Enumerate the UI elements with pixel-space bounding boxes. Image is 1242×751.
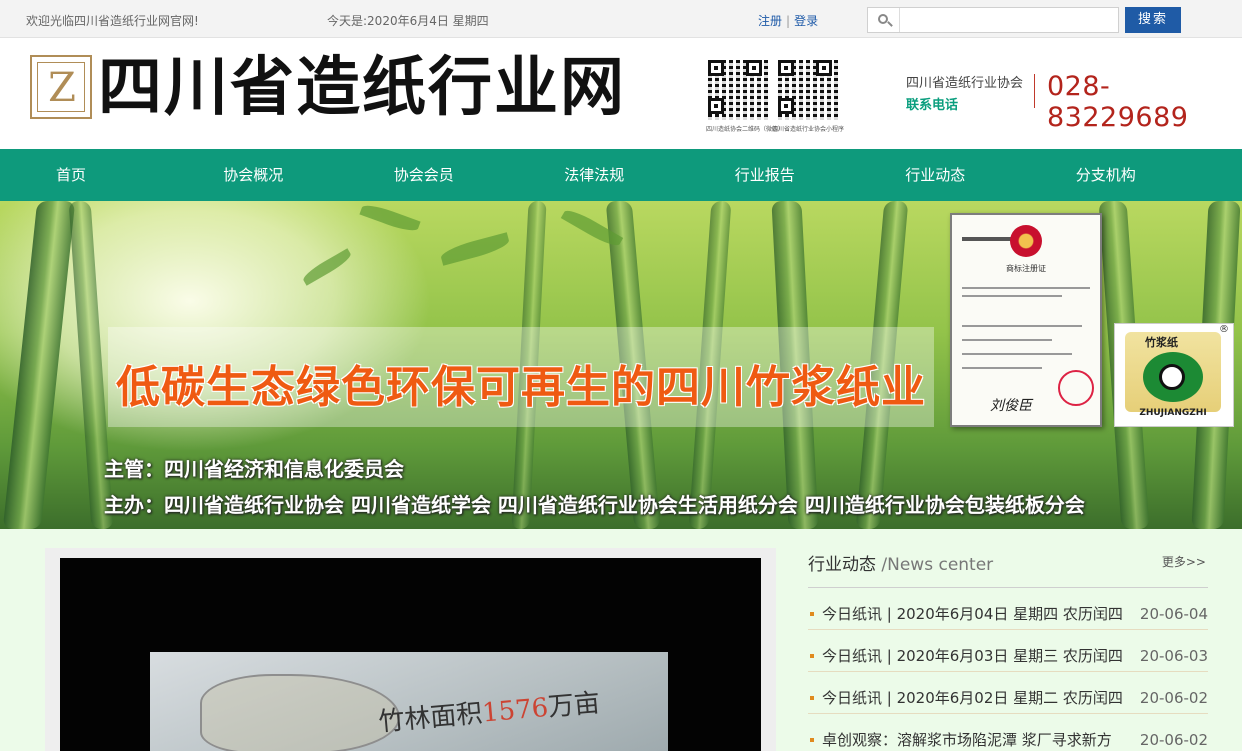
qr2-caption: 四川省造纸行业协会小程序 [772,126,845,133]
search-input[interactable] [902,10,1114,30]
news-item[interactable]: 卓创观察：溶解浆市场陷泥潭 浆厂寻求新方 20-06-02 [808,714,1208,751]
news-header: 行业动态 /News center 更多>> [808,548,1208,588]
news-list: 今日纸讯 | 2020年6月04日 星期四 农历闰四 20-06-04 今日纸讯 … [808,588,1208,751]
auth-links: 注册 | 登录 [758,12,818,29]
bamboo-leaf [359,201,421,235]
register-link[interactable]: 注册 [758,14,782,28]
news-item[interactable]: 今日纸讯 | 2020年6月03日 星期三 农历闰四 20-06-03 [808,630,1208,672]
news-title: 行业动态 /News center [808,555,994,575]
nav-item-about[interactable]: 协会概况 [168,149,339,201]
bullet-icon [810,738,814,742]
nav-item-branches[interactable]: 分支机构 [1021,149,1192,201]
nav-item-members[interactable]: 协会会员 [339,149,510,201]
logo-letter: Z [48,65,76,111]
news-panel: 行业动态 /News center 更多>> 今日纸讯 | 2020年6月04日… [808,548,1208,751]
panda-icon [1159,364,1185,390]
nav-item-laws[interactable]: 法律法规 [509,149,680,201]
main-nav: 首页 协会概况 协会会员 法律法规 行业报告 行业动态 分支机构 [0,149,1242,201]
brand-name-cn: 竹浆纸 [1145,336,1178,349]
news-more-link[interactable]: 更多>> [1162,553,1206,570]
association-name: 四川省造纸行业协会 [906,76,1024,91]
welcome-text: 欢迎光临四川省造纸行业网官网! [26,14,199,28]
bullet-icon [810,654,814,658]
header-divider [1034,74,1035,108]
nav-item-reports[interactable]: 行业报告 [680,149,851,201]
video-overlay-text: 竹林面积1576万亩 [377,688,602,738]
certificate-title: 商标注册证 [1006,264,1046,273]
brand-logo: 竹浆纸 ZHUJIANGZHI ® [1114,323,1234,427]
site-logo-icon[interactable]: Z [30,55,92,119]
login-link[interactable]: 登录 [794,14,818,28]
video-panel: 竹林面积1576万亩 [45,548,776,751]
wechat-qr-code-icon [708,60,768,120]
site-title[interactable]: 四川省造纸行业网 [98,50,626,126]
bullet-icon [810,612,814,616]
news-item[interactable]: 今日纸讯 | 2020年6月04日 星期四 农历闰四 20-06-04 [808,588,1208,630]
banner-supervisor: 主管：四川省经济和信息化委员会 [104,457,404,481]
hero-banner[interactable]: 低碳生态绿色环保可再生的四川竹浆纸业 主管：四川省经济和信息化委员会 主办：四川… [0,201,1242,529]
nav-item-news[interactable]: 行业动态 [850,149,1021,201]
bamboo-leaf [300,248,354,286]
brand-name-en: ZHUJIANGZHI [1139,408,1207,418]
search-icon [868,8,900,32]
nav-item-home[interactable]: 首页 [56,149,168,201]
bullet-icon [810,696,814,700]
contact-label: 联系电话 [906,98,959,113]
bamboo-stalk [2,201,76,529]
content-area: 竹林面积1576万亩 行业动态 /News center 更多>> 今日纸讯 |… [0,529,1242,751]
top-bar: 欢迎光临四川省造纸行业网官网! 今天是:2020年6月4日 星期四 注册 | 登录 … [0,0,1242,38]
contact-phone: 028-83229689 [1047,71,1189,133]
video-frame-map: 竹林面积1576万亩 [150,652,668,751]
news-item[interactable]: 今日纸讯 | 2020年6月02日 星期二 农历闰四 20-06-02 [808,672,1208,714]
auth-separator: | [786,14,791,28]
trademark-certificate: 商标注册证 刘俊臣 [950,213,1102,427]
search-button[interactable]: 搜索 [1125,7,1181,33]
certificate-signature: 刘俊臣 [990,398,1032,414]
bamboo-leaf [439,232,511,266]
search-box [867,7,1119,33]
mini-program-qr-code-icon [778,60,838,120]
national-emblem-icon [1010,225,1042,257]
current-date: 今天是:2020年6月4日 星期四 [327,14,489,28]
video-player[interactable]: 竹林面积1576万亩 [60,558,761,751]
banner-organizers: 主办：四川省造纸行业协会 四川省造纸学会 四川省造纸行业协会生活用纸分会 四川造… [104,493,1085,517]
site-header: Z 四川省造纸行业网 四川造纸协会二维码（微信） 四川省造纸行业协会小程序 四川… [0,38,1242,149]
banner-slogan: 低碳生态绿色环保可再生的四川竹浆纸业 [116,362,926,413]
registered-mark: ® [1219,324,1229,335]
official-seal-icon [1058,370,1094,406]
